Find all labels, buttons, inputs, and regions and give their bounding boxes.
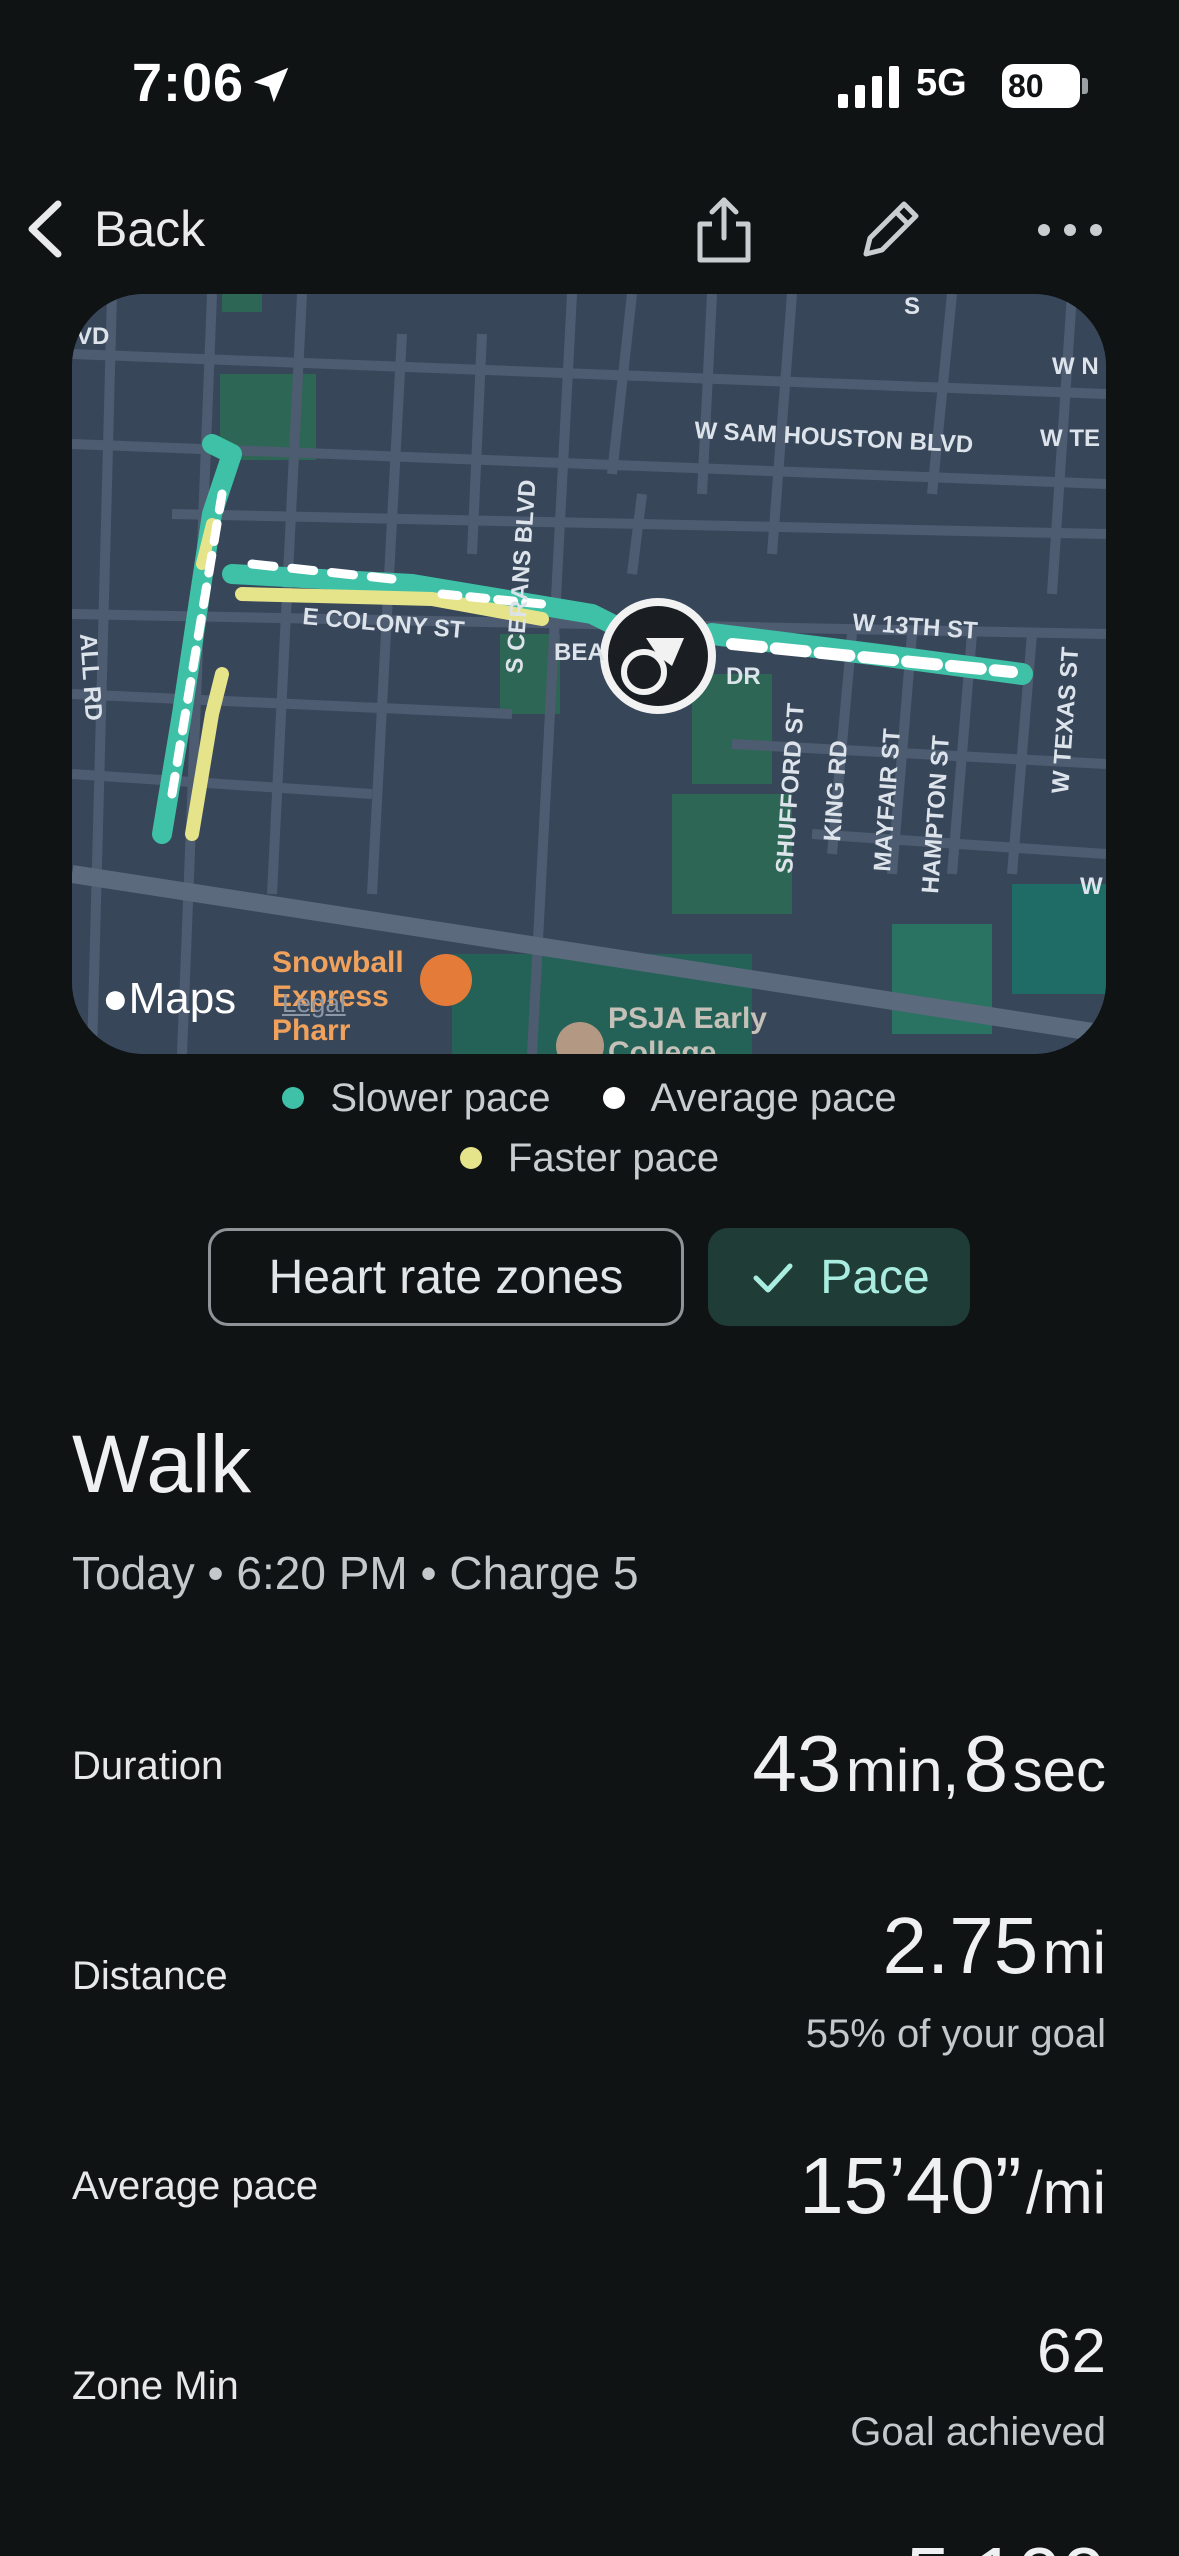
- cellular-signal-icon: [838, 66, 899, 108]
- average-pace-label: Average pace: [72, 2164, 319, 2208]
- average-pace-value: 15’40” /mi: [799, 2140, 1106, 2232]
- activity-title: Walk: [72, 1419, 252, 1510]
- legend-slower: Slower pace: [282, 1075, 551, 1121]
- pace-legend: Slower pace Average pace Faster pace: [0, 1068, 1179, 1188]
- battery-level: 80: [1008, 68, 1044, 104]
- share-icon[interactable]: [686, 192, 762, 268]
- distance-number: 2.75: [882, 1901, 1039, 1990]
- pace-unit: /mi: [1026, 2159, 1106, 2226]
- chevron-left-icon: [28, 200, 62, 258]
- distance-unit: mi: [1042, 1919, 1106, 1986]
- maps-brand-text: Maps: [128, 974, 237, 1023]
- steps-value-partial: 5,100: [906, 2530, 1106, 2556]
- check-icon: [753, 1263, 793, 1293]
- network-type: 5G: [916, 62, 967, 104]
- street-label: W: [1080, 873, 1103, 900]
- pace-chip[interactable]: Pace: [708, 1228, 970, 1326]
- location-arrow-icon: [253, 67, 289, 103]
- more-options-icon[interactable]: [1032, 192, 1108, 268]
- legend-average-label: Average pace: [650, 1075, 897, 1120]
- status-bar: 7:06 5G 80: [0, 0, 1179, 170]
- status-time: 7:06: [132, 53, 245, 113]
- duration-minutes: 43: [752, 1719, 842, 1808]
- distance-label: Distance: [72, 1954, 228, 1998]
- pace-number: 15’40”: [799, 2141, 1022, 2230]
- legend-faster-label: Faster pace: [507, 1135, 720, 1180]
- duration-seconds: 8: [963, 1719, 1009, 1808]
- street-label: DR: [726, 663, 761, 690]
- battery-tip: [1082, 78, 1088, 94]
- distance-value: 2.75 mi: [883, 1900, 1106, 1992]
- legend-faster: Faster pace: [459, 1135, 720, 1181]
- distance-goal-note: 55% of your goal: [805, 2012, 1106, 2056]
- pace-chip-label: Pace: [820, 1250, 930, 1304]
- zone-min-label: Zone Min: [72, 2364, 239, 2408]
- apple-logo-icon: ●: [102, 974, 129, 1023]
- average-dot-icon: [602, 1087, 625, 1109]
- poi-label-psja[interactable]: PSJA Early College: [608, 1002, 808, 1054]
- duration-min-unit: min,: [845, 1737, 960, 1804]
- battery-icon: 80: [1002, 64, 1080, 108]
- route-map[interactable]: W SAM HOUSTON BLVD W 13TH ST E COLONY ST…: [72, 294, 1106, 1054]
- maps-legal-link[interactable]: Legal: [282, 988, 346, 1019]
- duration-label: Duration: [72, 1744, 224, 1788]
- legend-row: Faster pace: [0, 1128, 1179, 1188]
- street-label: W TE: [1040, 425, 1100, 452]
- street-label: S: [904, 294, 920, 320]
- edit-pencil-icon[interactable]: [852, 192, 928, 268]
- legend-row: Slower pace Average pace: [0, 1068, 1179, 1128]
- duration-sec-unit: sec: [1012, 1737, 1106, 1804]
- map-park: [1012, 884, 1106, 994]
- back-button[interactable]: Back: [22, 192, 205, 266]
- slower-dot-icon: [282, 1087, 305, 1109]
- street-label: W N: [1052, 353, 1099, 380]
- back-label: Back: [94, 201, 206, 257]
- street-label: VD: [76, 323, 109, 350]
- apple-maps-logo: ●Maps: [102, 974, 236, 1024]
- legend-average: Average pace: [602, 1075, 897, 1121]
- faster-dot-icon: [459, 1147, 482, 1169]
- street-label: BEA: [554, 639, 605, 666]
- zone-min-note: Goal achieved: [850, 2410, 1106, 2454]
- map-canvas: W SAM HOUSTON BLVD W 13TH ST E COLONY ST…: [72, 294, 1106, 1054]
- legend-slower-label: Slower pace: [330, 1075, 551, 1120]
- heart-rate-zones-chip[interactable]: Heart rate zones: [208, 1228, 684, 1326]
- duration-value: 43 min, 8 sec: [752, 1718, 1106, 1810]
- map-park: [222, 294, 262, 312]
- zone-min-value: 62: [1037, 2317, 1106, 2386]
- activity-subtitle: Today • 6:20 PM • Charge 5: [72, 1547, 639, 1599]
